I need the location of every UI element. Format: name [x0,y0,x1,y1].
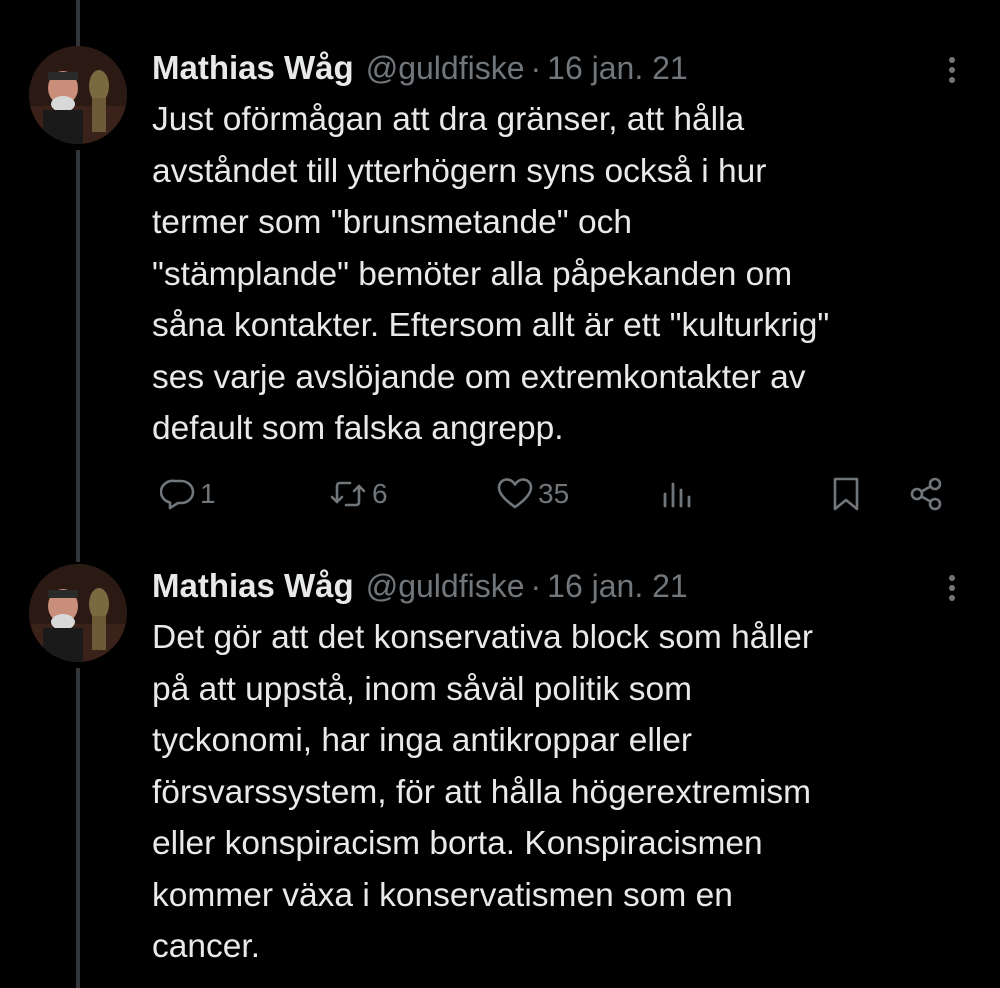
tweet-text-line: försvarssystem, för att hålla högerextre… [152,773,812,811]
author-name[interactable]: Mathias Wåg [152,567,354,605]
tweet-date[interactable]: 16 jan. 21 [547,50,688,87]
author-handle[interactable]: @guldfiske [366,50,525,87]
tweet-text: Det gör att det konservativa block som h… [152,612,972,973]
tweet-actions: 1 6 35 [0,470,1000,518]
retweet-icon [328,476,368,512]
views-button[interactable] [660,470,694,518]
thread-line [76,668,80,988]
share-button[interactable] [908,470,944,518]
tweet-text-line: Det gör att det konservativa block som h… [152,619,814,656]
author-handle[interactable]: @guldfiske [366,568,525,605]
views-icon [660,476,694,512]
tweet-text-line: "stämplande" bemöter alla påpekanden om [152,255,793,293]
tweet-text-line: eller konspiracism borta. Konspiracismen [152,825,763,862]
avatar[interactable] [29,564,127,662]
tweet-date[interactable]: 16 jan. 21 [547,568,688,605]
tweet-text-line: default som falska angrepp. [152,410,564,447]
tweet-text-line: tyckonomi, har inga antikroppar eller [152,722,692,759]
tweet-header: Mathias Wåg @guldfiske · 16 jan. 21 [152,562,688,610]
reply-button[interactable]: 1 [160,470,216,518]
tweet-text-line: ses varje avslöjande om extremkontakter … [152,358,806,396]
tweet-text-line: cancer. [152,928,261,965]
tweet-text-line: på att uppstå, inom såväl politik som [152,670,692,708]
author-name[interactable]: Mathias Wåg [152,49,354,87]
tweet-text-line: kommer växa i konservatismen som en [152,876,733,914]
more-icon[interactable] [940,54,964,86]
tweet-header: Mathias Wåg @guldfiske · 16 jan. 21 [152,44,688,92]
thread-line [76,0,80,48]
like-button[interactable]: 35 [496,470,569,518]
share-icon [908,476,944,512]
reply-icon [160,476,196,512]
tweet-text-line: såna kontakter. Eftersom allt är ett "ku… [152,307,830,344]
retweet-button[interactable]: 6 [328,470,388,518]
retweet-count: 6 [372,478,388,509]
bookmark-button[interactable] [830,470,862,518]
more-icon[interactable] [940,572,964,604]
separator-dot: · [530,567,542,604]
heart-icon [496,476,534,512]
reply-count: 1 [200,478,216,509]
tweet-text-line: avståndet till ytterhögern syns också i … [152,152,767,190]
separator-dot: · [530,49,542,86]
tweet-text: Just oförmågan att dra gränser, att håll… [152,94,972,455]
tweet-text-line: Just oförmågan att dra gränser, att håll… [152,101,745,138]
avatar[interactable] [29,46,127,144]
like-count: 35 [538,478,570,509]
bookmark-icon [830,476,862,512]
tweet-text-line: termer som "brunsmetande" och [152,204,632,241]
